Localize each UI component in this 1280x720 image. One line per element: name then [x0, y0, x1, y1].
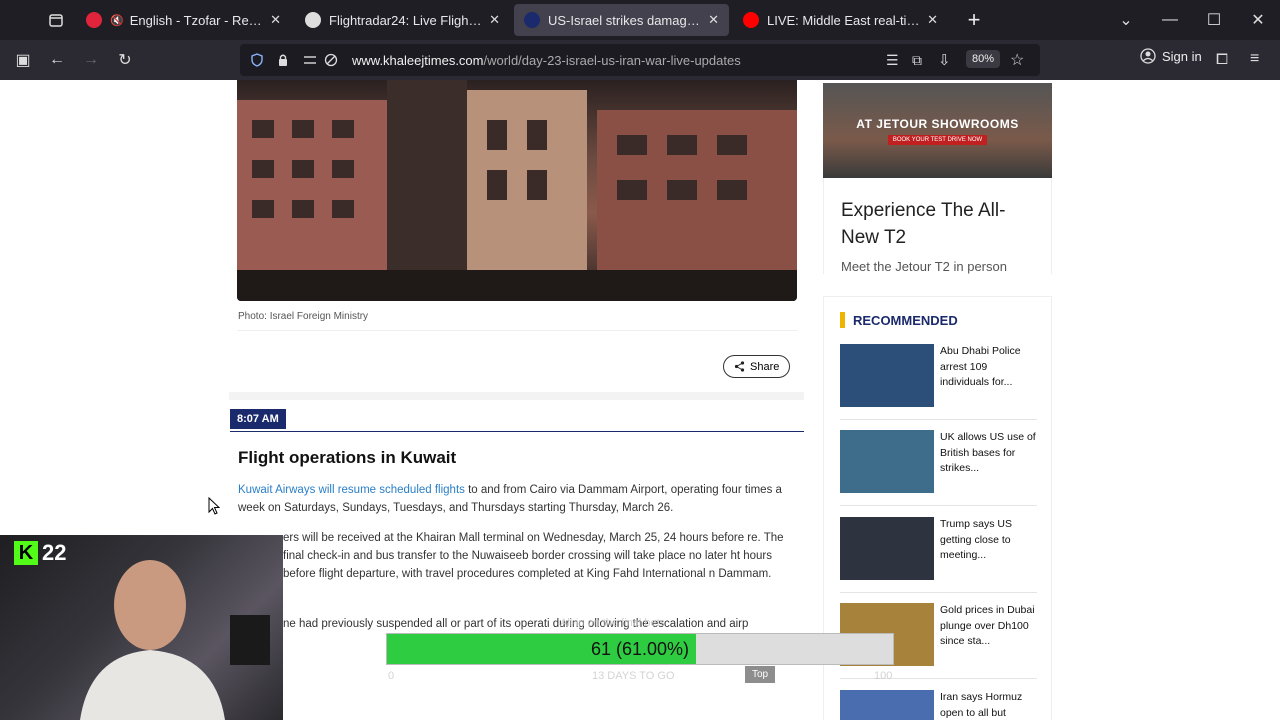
tab-close-icon[interactable]: ✕ — [927, 12, 938, 28]
sign-in-button[interactable]: Sign in — [1140, 48, 1202, 64]
new-tab-button[interactable]: + — [960, 7, 988, 33]
tab-0[interactable]: 🔇 English - Tzofar - Red Alert ✕ — [76, 4, 291, 36]
recommended-item[interactable]: Abu Dhabi Police arrest 109 individuals … — [840, 344, 1037, 408]
menu-icon[interactable]: ≡ — [1250, 50, 1259, 68]
tab-title: English - Tzofar - Red Alert — [129, 12, 264, 28]
back-to-top-button[interactable]: Top — [745, 666, 776, 683]
recommended-title[interactable]: Iran says Hormuz open to all but — [940, 690, 1037, 720]
tab-close-icon[interactable]: ✕ — [489, 12, 500, 28]
stream-badge: K 22 — [14, 540, 66, 566]
photo-credit: Photo: Israel Foreign Ministry — [238, 311, 369, 322]
minimize-button[interactable]: — — [1148, 11, 1192, 29]
kick-logo: K — [14, 541, 38, 565]
list-tabs-icon[interactable]: ⌄ — [1104, 10, 1148, 30]
post-separator — [229, 392, 804, 400]
recommended-title[interactable]: UK allows US use of British bases for st… — [940, 430, 1037, 477]
recommended-thumbnail[interactable] — [840, 344, 934, 407]
tab-favicon-icon — [305, 12, 321, 28]
tab-1[interactable]: Flightradar24: Live Flight Tracker ✕ — [295, 4, 510, 36]
reader-view-icon[interactable]: ☰ — [886, 52, 899, 69]
screenshot-icon[interactable]: ⧉ — [912, 52, 922, 69]
tab-close-icon[interactable]: ✕ — [708, 12, 719, 28]
bookmark-star-icon[interactable]: ☆ — [1010, 50, 1024, 70]
recommended-divider — [840, 592, 1037, 593]
paragraph-1: Kuwait Airways will resume scheduled fli… — [238, 484, 782, 514]
ad-title[interactable]: Experience The All-New T2 — [841, 197, 1041, 251]
tab-overview-icon — [49, 14, 63, 27]
paragraph-2: ers will be received at the Khairan Mall… — [283, 532, 784, 580]
tab-close-icon[interactable]: ✕ — [270, 12, 281, 28]
lock-icon[interactable] — [276, 53, 290, 67]
tab-overview-button[interactable] — [36, 0, 76, 40]
tab-title: LIVE: Middle East real-time camera — [767, 12, 922, 28]
kuwait-airways-link[interactable]: Kuwait Airways will resume scheduled fli… — [238, 484, 465, 496]
progress-label: 61 (61.00%) — [590, 638, 690, 659]
reload-button[interactable]: ↻ — [108, 43, 142, 77]
ghost-right: 100 — [874, 670, 893, 682]
timestamp-rule — [230, 431, 804, 432]
divider — [237, 330, 797, 331]
timestamp-badge: 8:07 AM — [230, 409, 286, 429]
recommended-item[interactable]: Iran says Hormuz open to all but — [840, 690, 1037, 720]
tab-title: US-Israel strikes damage over 8 — [548, 12, 702, 28]
recommended-divider — [840, 505, 1037, 506]
recommended-thumbnail[interactable] — [840, 517, 934, 580]
extensions-icon[interactable]: ⧠ — [1216, 51, 1228, 68]
paragraph-3: ne had previously suspended all or part … — [283, 618, 749, 630]
post-headline: Flight operations in Kuwait — [238, 448, 457, 467]
recommended-item[interactable]: Trump says US getting close to meeting..… — [840, 517, 1037, 581]
ghost-left: 0 — [388, 670, 395, 682]
account-icon — [1140, 48, 1156, 64]
mouse-cursor-icon — [208, 497, 220, 515]
tab-title: Flightradar24: Live Flight Tracker — [329, 12, 483, 28]
ad-subtitle[interactable]: Meet the Jetour T2 in person — [841, 259, 1007, 274]
ad-banner[interactable]: AT JETOUR SHOWROOMS BOOK YOUR TEST DRIVE… — [823, 83, 1052, 178]
recommended-thumbnail[interactable] — [840, 690, 934, 720]
tab-strip: 🔇English - Tzofar - Red Alert✕Flightrada… — [0, 0, 1280, 40]
tab-favicon-icon — [86, 12, 102, 28]
save-page-icon[interactable]: ⇩ — [938, 51, 951, 69]
sidebar-toggle-icon[interactable]: ▣ — [6, 43, 40, 77]
ghost-mid: 13 DAYS TO GO — [592, 670, 675, 682]
zoom-level[interactable]: 80% — [966, 50, 1001, 68]
shield-icon[interactable] — [250, 53, 264, 67]
recommended-item[interactable]: UK allows US use of British bases for st… — [840, 430, 1037, 494]
ghost-title: All-in on the final bets — [560, 617, 666, 629]
accent-bar — [840, 312, 845, 328]
share-icon — [734, 361, 745, 372]
forward-button[interactable]: → — [74, 43, 108, 77]
recommended-divider — [840, 678, 1037, 679]
permissions-icon[interactable] — [302, 53, 318, 67]
recommended-title[interactable]: Abu Dhabi Police arrest 109 individuals … — [940, 344, 1037, 391]
url-text[interactable]: www.khaleejtimes.com/world/day-23-israel… — [352, 53, 741, 68]
tab-2[interactable]: US-Israel strikes damage over 8 ✕ — [514, 4, 729, 36]
tab-3[interactable]: LIVE: Middle East real-time camera ✕ — [733, 4, 948, 36]
tab-favicon-icon — [743, 12, 759, 28]
close-window-button[interactable]: ✕ — [1236, 10, 1280, 30]
recommended-thumbnail[interactable] — [840, 430, 934, 493]
share-button[interactable]: Share — [723, 355, 791, 378]
recommended-title[interactable]: Trump says US getting close to meeting..… — [940, 517, 1037, 564]
recommended-divider — [840, 419, 1037, 420]
tab-favicon-icon — [524, 12, 540, 28]
recommended-title[interactable]: Gold prices in Dubai plunge over Dh100 s… — [940, 603, 1037, 650]
muted-icon[interactable]: 🔇 — [110, 14, 124, 27]
recommended-heading: RECOMMENDED — [840, 312, 958, 328]
autoplay-blocked-icon[interactable] — [324, 53, 338, 67]
window-controls: ⌄ — ☐ ✕ — [1104, 0, 1280, 40]
back-button[interactable]: ← — [40, 43, 74, 77]
goal-progress-bar: 61 (61.00%) — [386, 633, 894, 665]
article-photo — [237, 80, 797, 301]
maximize-button[interactable]: ☐ — [1192, 10, 1236, 30]
